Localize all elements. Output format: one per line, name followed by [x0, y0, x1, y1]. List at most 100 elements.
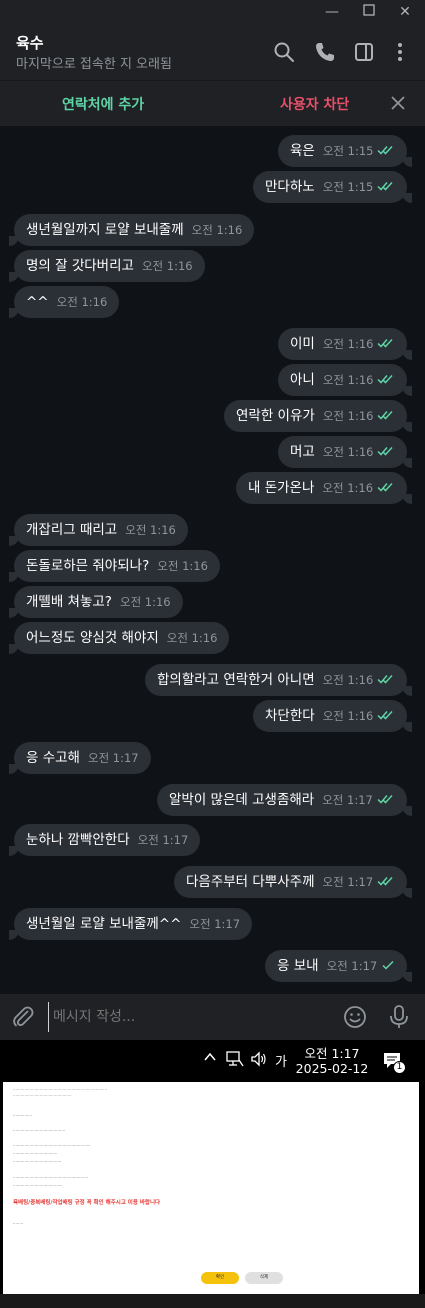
- phone-icon[interactable]: [313, 40, 337, 64]
- message-time: 오전 1:16: [191, 223, 243, 237]
- message-text: 개잡리그 때리고: [26, 522, 118, 538]
- outgoing-message[interactable]: 다음주부터 다뿌사주께 오전 1:17: [174, 866, 413, 898]
- read-check-icon: [373, 874, 395, 890]
- read-check-icon: [373, 444, 395, 460]
- bubble-tail: [9, 644, 19, 654]
- outgoing-message[interactable]: 차단한다 오전 1:16: [253, 700, 413, 732]
- read-check-icon: [373, 480, 395, 496]
- bubble-tail: [402, 386, 413, 396]
- delete-button[interactable]: 삭제: [245, 1272, 283, 1284]
- bubble-tail: [9, 764, 19, 774]
- incoming-message[interactable]: 돈돌로하믄 줘야되나? 오전 1:16: [9, 550, 220, 582]
- outgoing-message[interactable]: 머고 오전 1:16: [278, 436, 413, 468]
- message-text: 내 돈가온나: [248, 480, 315, 496]
- incoming-message[interactable]: 생년월일까지 로얄 보내줄께 오전 1:16: [9, 214, 255, 246]
- notice-document: ........................................…: [3, 1082, 419, 1294]
- outgoing-message[interactable]: 이미 오전 1:16: [278, 328, 413, 360]
- confirm-button[interactable]: 확인: [201, 1272, 239, 1284]
- message-text: 생년월일까지 로얄 보내줄께: [26, 222, 184, 238]
- block-user-button[interactable]: 사용자 차단: [280, 94, 349, 114]
- close-window-icon[interactable]: ✕: [391, 2, 419, 22]
- window-titlebar: — ✕: [0, 0, 425, 24]
- message-input[interactable]: [48, 1002, 328, 1032]
- ime-indicator[interactable]: 가: [275, 1051, 287, 1070]
- outgoing-message[interactable]: 응 보내 오전 1:17: [265, 950, 413, 982]
- contact-action-bar: 연락처에 추가 사용자 차단: [0, 80, 425, 126]
- incoming-message[interactable]: 명의 잘 갓다버리고 오전 1:16: [9, 250, 205, 282]
- message-text: 알박이 많은데 고생좀해라: [169, 792, 315, 808]
- search-icon[interactable]: [272, 40, 296, 64]
- network-icon[interactable]: [226, 1051, 244, 1070]
- message-time: 오전 1:16: [322, 445, 374, 459]
- bubble-tail: [9, 572, 19, 582]
- message-time: 오전 1:16: [322, 373, 374, 387]
- message-text: 이미: [290, 336, 315, 352]
- windows-taskbar: 가 오전 1:17 2025-02-12 1: [0, 1040, 425, 1082]
- outgoing-message[interactable]: 아니 오전 1:16: [278, 364, 413, 396]
- volume-icon[interactable]: [250, 1051, 268, 1070]
- bubble-tail: [402, 494, 413, 504]
- incoming-message[interactable]: 개잡리그 때리고 오전 1:16: [9, 514, 188, 546]
- taskbar-time[interactable]: 오전 1:17: [300, 1043, 364, 1062]
- embedded-screenshot: ........................................…: [0, 1082, 425, 1308]
- more-options-icon[interactable]: [388, 40, 412, 64]
- message-text: 돈돌로하믄 줘야되나?: [26, 558, 150, 574]
- attach-icon[interactable]: [11, 1005, 35, 1033]
- message-text: 어느정도 양심것 해야지: [26, 630, 159, 646]
- outgoing-message[interactable]: 알박이 많은데 고생좀해라 오전 1:17: [157, 784, 412, 816]
- notice-warning: 욕배팅/중복배팅/작업배팅 규정 꼭 확인 해주시고 이용 바랍니다: [13, 1200, 161, 1206]
- add-contact-button[interactable]: 연락처에 추가: [62, 94, 144, 114]
- outgoing-message[interactable]: 합의할라고 연락한거 아니면 오전 1:16: [145, 664, 413, 696]
- message-time: 오전 1:15: [322, 144, 374, 158]
- outgoing-message[interactable]: 육은 오전 1:15: [278, 135, 413, 167]
- incoming-message[interactable]: 생년월일 로얄 보내줄께^^ 오전 1:17: [9, 908, 253, 940]
- taskbar-date[interactable]: 2025-02-12: [294, 1061, 370, 1076]
- message-text: 명의 잘 갓다버리고: [26, 258, 134, 274]
- message-list: 육은 오전 1:15 만다하노 오전 1:15 생년월일까지 로얄 보내줄께 오전 1:1…: [0, 126, 425, 994]
- message-time: 오전 1:16: [322, 481, 374, 495]
- read-check-icon: [373, 143, 395, 159]
- microphone-icon[interactable]: [387, 1004, 411, 1034]
- notification-icon[interactable]: 1: [382, 1050, 406, 1076]
- message-text: 연락한 이유가: [236, 408, 315, 424]
- message-text: 응 보내: [277, 958, 319, 974]
- outgoing-message[interactable]: 내 돈가온나 오전 1:16: [236, 472, 413, 504]
- message-time: 오전 1:16: [166, 631, 218, 645]
- incoming-message[interactable]: 응 수고해 오전 1:17: [9, 742, 151, 774]
- message-time: 오전 1:16: [125, 523, 176, 537]
- message-time: 오전 1:15: [322, 180, 374, 194]
- notification-count: 1: [393, 1061, 406, 1074]
- message-time: 오전 1:16: [157, 559, 208, 573]
- minimize-icon[interactable]: —: [318, 2, 346, 22]
- contact-name[interactable]: 육수: [16, 32, 44, 53]
- screen: { "chat": { "contact_name": "육수", "conta…: [0, 0, 425, 1308]
- incoming-message[interactable]: 어느정도 양심것 해야지 오전 1:16: [9, 622, 230, 654]
- bubble-tail: [402, 686, 413, 696]
- bubble-tail: [9, 272, 19, 282]
- emoji-icon[interactable]: [342, 1004, 368, 1034]
- bubble-tail: [402, 157, 413, 167]
- maximize-icon[interactable]: [355, 2, 383, 22]
- incoming-message[interactable]: 눈하나 깜빡안한다 오전 1:17: [9, 824, 201, 856]
- outgoing-message[interactable]: 만다하노 오전 1:15: [253, 171, 413, 203]
- message-text: 눈하나 깜빡안한다: [26, 832, 130, 848]
- message-text: 생년월일 로얄 보내줄께^^: [26, 916, 182, 932]
- sidebar-toggle-icon[interactable]: [352, 40, 376, 64]
- read-check-icon: [373, 408, 395, 424]
- message-text: 만다하노: [265, 179, 315, 195]
- outgoing-message[interactable]: 연락한 이유가 오전 1:16: [224, 400, 413, 432]
- read-check-icon: [373, 792, 395, 808]
- close-bar-icon[interactable]: [388, 93, 408, 117]
- bubble-tail: [402, 350, 413, 360]
- bubble-tail: [402, 422, 413, 432]
- incoming-message[interactable]: 개뗄배 쳐놓고? 오전 1:16: [9, 586, 183, 618]
- read-check-icon: [373, 336, 395, 352]
- chevron-up-icon[interactable]: [203, 1050, 217, 1068]
- incoming-message[interactable]: ^^ 오전 1:16: [9, 286, 120, 318]
- bubble-tail: [402, 888, 413, 898]
- message-time: 오전 1:16: [56, 295, 108, 309]
- read-check-icon: [373, 708, 395, 724]
- message-time: 오전 1:16: [322, 673, 374, 687]
- message-time: 오전 1:17: [322, 793, 373, 807]
- message-time: 오전 1:16: [322, 709, 374, 723]
